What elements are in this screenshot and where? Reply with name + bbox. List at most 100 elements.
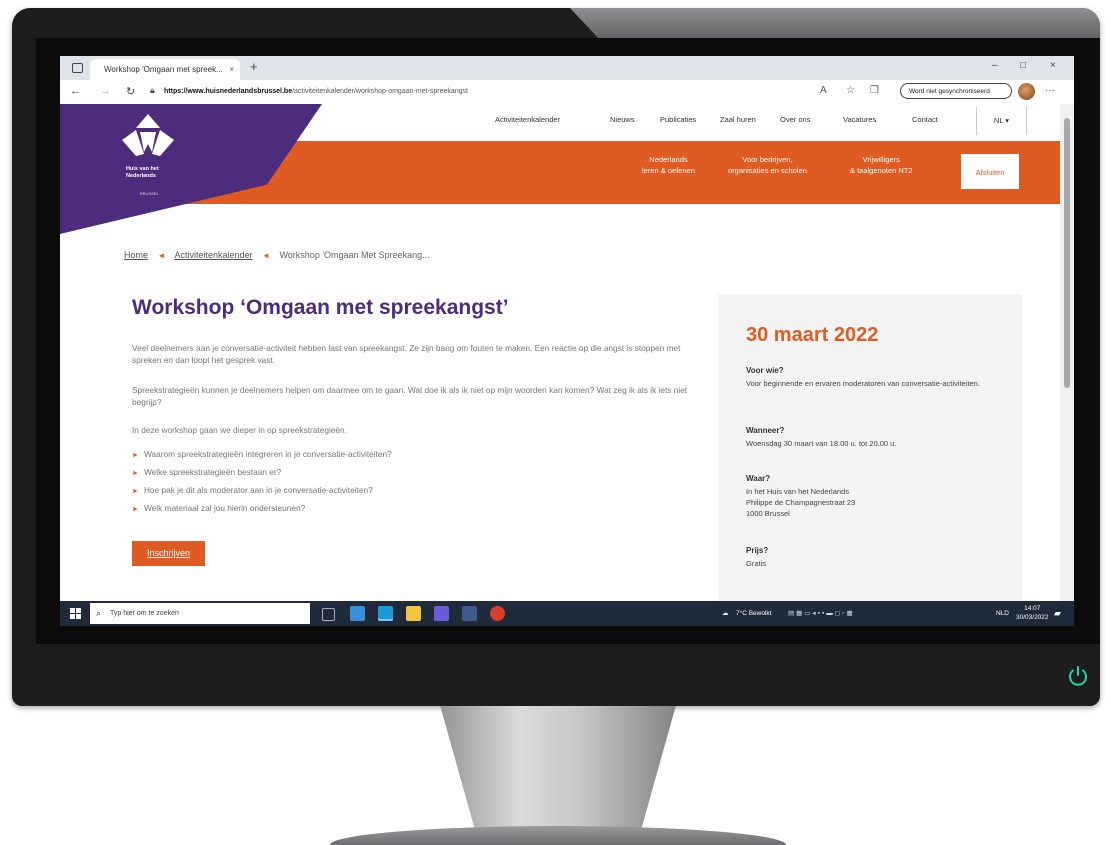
register-button[interactable]: Inschrijven <box>132 541 205 566</box>
arrow-right-icon: ► <box>132 488 139 495</box>
where-value-line3: 1000 Brussel <box>746 509 790 518</box>
cta-button[interactable]: Afsluiten <box>960 153 1020 190</box>
scrollbar-thumb[interactable] <box>1064 118 1070 388</box>
monitor-base <box>330 826 786 845</box>
nav-nieuws[interactable]: Nieuws <box>610 115 635 124</box>
power-icon[interactable] <box>1066 664 1090 688</box>
list-item: ► Hoe pak je dit als moderator aan in je … <box>132 482 652 500</box>
logo-subtitle: BRUSSEL <box>140 191 159 196</box>
monitor-glare <box>570 8 1100 42</box>
arrow-right-icon: ► <box>132 470 139 477</box>
breadcrumb-activiteitenkalender[interactable]: Activiteitenkalender <box>174 250 252 260</box>
event-info-sidebar: 30 maart 2022 Voor wie? Voor beginnende … <box>718 294 1022 601</box>
close-window-button[interactable]: × <box>1050 60 1056 71</box>
nav-publicaties[interactable]: Publicaties <box>660 115 696 124</box>
notification-icon[interactable]: ▰ <box>1054 601 1061 626</box>
browser-tab-bar: Workshop 'Omgaan met spreek... × + – □ × <box>60 56 1074 80</box>
weather-text[interactable]: 7°C Bewolkt <box>736 601 771 626</box>
workshop-paragraph: In deze workshop gaan we dieper in op sp… <box>132 425 347 435</box>
list-item-text: Waarom spreekstrategieën integreren in j… <box>143 449 392 459</box>
minimize-button[interactable]: – <box>992 60 998 71</box>
collections-icon[interactable]: ❐ <box>870 85 879 96</box>
search-placeholder: Typ hier om te zoeken <box>110 610 179 617</box>
nav-zaal-huren[interactable]: Zaal huren <box>720 115 756 124</box>
stage: Workshop 'Omgaan met spreek... × + – □ ×… <box>0 0 1111 845</box>
price-value: Gratis <box>746 559 767 568</box>
forward-arrow-icon[interactable]: → <box>100 85 111 97</box>
new-tab-button[interactable]: + <box>250 59 258 74</box>
file-explorer-icon[interactable] <box>406 606 421 621</box>
who-value: Voor beginnende en ervaren moderatoren v… <box>746 379 980 388</box>
more-menu-icon[interactable]: ··· <box>1045 85 1055 96</box>
search-icon: ⌕ <box>96 608 102 618</box>
url-host: https://www.huisnederlandsbrussel.be <box>164 88 293 95</box>
monitor-screen: Workshop 'Omgaan met spreek... × + – □ ×… <box>60 56 1074 626</box>
list-item: ► Welk materiaal zal jou hierin ondersteu… <box>132 500 652 518</box>
nav-vrijwilligers-line1: Vrijwilligers <box>862 155 900 164</box>
topic-list: ► Waarom spreekstrategieën integreren in … <box>132 446 652 518</box>
browser-toolbar: ← → ↻ 🔒︎ https://www.huisnederlandsbruss… <box>60 80 1074 105</box>
breadcrumb-separator-icon: ◄ <box>262 251 270 260</box>
language-selector[interactable]: NL ▾ <box>976 107 1027 135</box>
where-value-line2: Philippe de Champagnestraat 23 <box>746 498 856 507</box>
intro-paragraph: Veel deelnemers aan je conversatie-activ… <box>132 343 681 365</box>
read-aloud-icon[interactable]: A <box>820 85 827 96</box>
weather-icon[interactable]: ☁ <box>722 601 729 626</box>
url-path: /activiteitenkalender/workshop-omgaan-me… <box>292 88 468 95</box>
edge-browser-icon[interactable] <box>378 606 393 621</box>
clock-date: 30/03/2022 <box>1016 614 1049 621</box>
list-item-text: Hoe pak je dit als moderator aan in je c… <box>143 485 373 495</box>
refresh-icon[interactable]: ↻ <box>126 85 135 98</box>
calculator-icon[interactable] <box>462 606 477 621</box>
chrome-icon[interactable] <box>490 606 505 621</box>
monitor-stand <box>440 706 676 834</box>
price-label: Prijs? <box>746 546 769 555</box>
logo-icon[interactable] <box>122 114 174 158</box>
clock-time: 14:07 <box>1024 605 1041 612</box>
where-value-line1: In het Huis van het Nederlands <box>746 487 849 496</box>
page-title: Workshop ‘Omgaan met spreekangst’ <box>132 296 509 319</box>
strategy-paragraph: Spreekstrategieën kunnen je deelnemers h… <box>132 385 688 407</box>
nav-vacatures[interactable]: Vacatures <box>843 115 876 124</box>
nav-contact[interactable]: Contact <box>912 115 938 124</box>
breadcrumb-current: Workshop 'Omgaan Met Spreekang... <box>279 250 430 260</box>
back-arrow-icon[interactable]: ← <box>70 85 81 97</box>
nav-over-ons[interactable]: Over ons <box>780 115 810 124</box>
clock[interactable]: 14:07 30/03/2022 <box>1016 604 1049 622</box>
when-label: Wanneer? <box>746 426 785 435</box>
tab-actions-icon[interactable] <box>72 63 83 73</box>
nav-nederlands-leren-line2: leren & oefenen <box>642 166 695 175</box>
favorite-star-icon[interactable]: ☆ <box>846 85 855 96</box>
tab-title: Workshop 'Omgaan met spreek... <box>104 65 223 74</box>
event-date: 30 maart 2022 <box>746 324 879 346</box>
who-label: Voor wie? <box>746 366 784 375</box>
address-bar[interactable]: https://www.huisnederlandsbrussel.be/act… <box>164 85 884 99</box>
windows-taskbar: ⌕ Typ hier om te zoeken ☁ 7°C Bewolkt ▤▦… <box>60 601 1074 626</box>
maximize-button[interactable]: □ <box>1020 60 1026 71</box>
browser-tab[interactable]: Workshop 'Omgaan met spreek... × <box>90 59 240 80</box>
windows-start-icon[interactable] <box>70 608 81 619</box>
tab-close-icon[interactable]: × <box>229 59 234 80</box>
language-indicator[interactable]: NLD <box>996 601 1009 626</box>
teams-icon[interactable] <box>434 606 449 621</box>
breadcrumb-separator-icon: ◄ <box>157 251 166 260</box>
arrow-right-icon: ► <box>132 452 139 459</box>
nav-nederlands-leren[interactable]: Nederlands leren & oefenen <box>642 154 695 176</box>
arrow-right-icon: ► <box>132 506 139 513</box>
sync-profile-button[interactable]: Word niet gesynchroniseerd <box>900 83 1012 99</box>
nav-bedrijven[interactable]: Voor bedrijven, organisaties en scholen <box>728 154 807 176</box>
nav-vrijwilligers[interactable]: Vrijwilligers & taalgenoten NT2 <box>850 154 913 176</box>
tray-icons[interactable]: ▤▦▭◂▪▪▬◻▫▦ <box>788 601 855 626</box>
avatar[interactable] <box>1018 83 1035 100</box>
page-scrollbar[interactable] <box>1060 104 1074 601</box>
list-item: ► Welke spreekstrategieën bestaan er? <box>132 464 652 482</box>
mail-app-icon[interactable] <box>350 606 365 621</box>
lock-icon[interactable]: 🔒︎ <box>150 85 155 96</box>
breadcrumb-home[interactable]: Home <box>124 250 148 260</box>
nav-activiteitenkalender[interactable]: Activiteitenkalender <box>495 115 560 124</box>
task-view-icon[interactable] <box>322 608 335 621</box>
nav-bedrijven-line1: Voor bedrijven, <box>742 155 793 164</box>
list-item: ► Waarom spreekstrategieën integreren in … <box>132 446 652 464</box>
taskbar-search-input[interactable]: ⌕ Typ hier om te zoeken <box>90 603 310 624</box>
logo-text: Huis van het Nederlands <box>126 166 159 179</box>
